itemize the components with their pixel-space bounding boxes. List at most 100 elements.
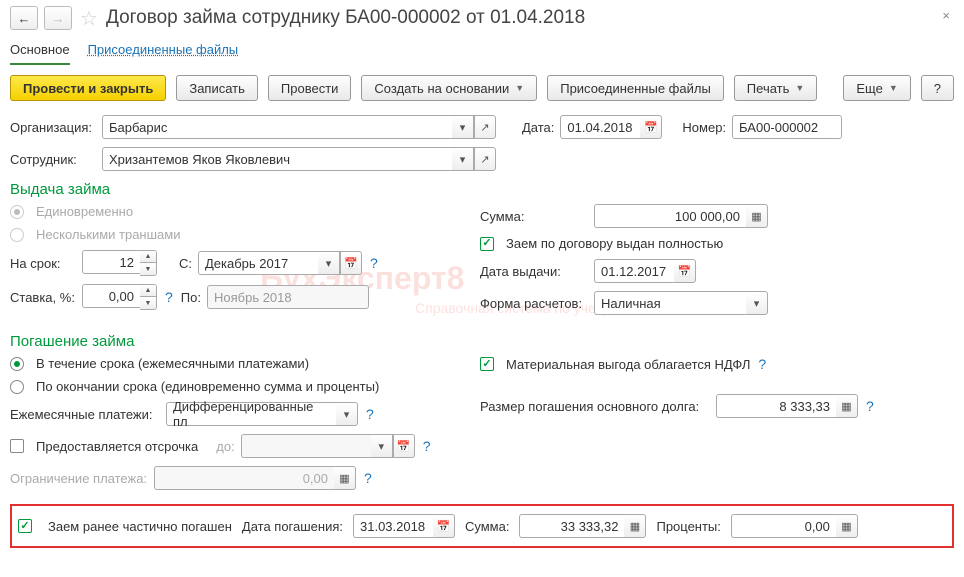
- principal-input[interactable]: 8 333,33: [716, 394, 836, 418]
- limit-label: Ограничение платежа:: [10, 471, 148, 486]
- nav-back-button[interactable]: ←: [10, 6, 38, 30]
- org-open-button[interactable]: ↗: [474, 115, 496, 139]
- date-calendar-button[interactable]: 📅: [640, 115, 662, 139]
- org-dropdown-button[interactable]: ▾: [452, 115, 474, 139]
- principal-label: Размер погашения основного долга:: [480, 399, 710, 414]
- print-button[interactable]: Печать▼: [734, 75, 818, 101]
- defer-help[interactable]: ?: [421, 438, 433, 454]
- date-input[interactable]: 01.04.2018: [560, 115, 640, 139]
- chevron-down-icon: ▼: [889, 83, 898, 93]
- tab-main[interactable]: Основное: [10, 38, 70, 65]
- org-label: Организация:: [10, 120, 96, 135]
- attached-files-button[interactable]: Присоединенные файлы: [547, 75, 724, 101]
- post-and-close-button[interactable]: Провести и закрыть: [10, 75, 166, 101]
- date-label: Дата:: [522, 120, 554, 135]
- term-help[interactable]: ?: [368, 255, 380, 271]
- defer-date-input: [241, 434, 371, 458]
- principal-calc-button[interactable]: ▦: [836, 394, 858, 418]
- limit-calc-button[interactable]: ▦: [334, 466, 356, 490]
- partial-sum-input[interactable]: 33 333,32: [519, 514, 624, 538]
- defer-to-label: до:: [216, 439, 234, 454]
- employee-label: Сотрудник:: [10, 152, 96, 167]
- fully-issued-check[interactable]: [480, 237, 494, 251]
- from-label: С:: [179, 256, 192, 271]
- spinner-up-icon[interactable]: ▲: [140, 285, 156, 297]
- benefit-check[interactable]: [480, 357, 494, 371]
- partial-label: Заем ранее частично погашен: [48, 519, 232, 534]
- defer-label: Предоставляется отсрочка: [36, 439, 198, 454]
- settlement-input[interactable]: Наличная: [594, 291, 746, 315]
- org-input[interactable]: Барбарис: [102, 115, 452, 139]
- issue-date-input[interactable]: 01.12.2017: [594, 259, 674, 283]
- toolbar: Провести и закрыть Записать Провести Соз…: [10, 75, 954, 101]
- repay-during-radio[interactable]: [10, 357, 24, 371]
- monthly-dropdown-button[interactable]: ▾: [336, 402, 358, 426]
- save-button[interactable]: Записать: [176, 75, 258, 101]
- issuance-tranches-label: Несколькими траншами: [36, 227, 180, 242]
- from-input[interactable]: Декабрь 2017: [198, 251, 318, 275]
- to-label: По:: [181, 290, 201, 305]
- defer-dropdown-button[interactable]: ▾: [371, 434, 393, 458]
- principal-help[interactable]: ?: [864, 398, 876, 414]
- benefit-help[interactable]: ?: [756, 356, 768, 372]
- term-input[interactable]: 12: [82, 250, 140, 274]
- employee-dropdown-button[interactable]: ▾: [452, 147, 474, 171]
- benefit-label: Материальная выгода облагается НДФЛ: [506, 357, 750, 372]
- fully-issued-label: Заем по договору выдан полностью: [506, 236, 723, 251]
- tabs: Основное Присоединенные файлы: [10, 38, 954, 65]
- employee-open-button[interactable]: ↗: [474, 147, 496, 171]
- monthly-help[interactable]: ?: [364, 406, 376, 422]
- employee-input[interactable]: Хризантемов Яков Яковлевич: [102, 147, 452, 171]
- close-button[interactable]: ×: [938, 6, 954, 25]
- issue-date-calendar-button[interactable]: 📅: [674, 259, 696, 283]
- issuance-once-radio[interactable]: [10, 205, 24, 219]
- repay-after-radio[interactable]: [10, 380, 24, 394]
- number-label: Номер:: [682, 120, 726, 135]
- help-button[interactable]: ?: [921, 75, 954, 101]
- monthly-label: Ежемесячные платежи:: [10, 407, 160, 422]
- post-button[interactable]: Провести: [268, 75, 352, 101]
- defer-check[interactable]: [10, 439, 24, 453]
- tab-files[interactable]: Присоединенные файлы: [88, 38, 239, 65]
- issuance-tranches-radio[interactable]: [10, 228, 24, 242]
- issuance-title: Выдача займа: [10, 181, 954, 198]
- term-label: На срок:: [10, 256, 76, 271]
- term-spinner[interactable]: ▲▼: [140, 250, 157, 276]
- monthly-input[interactable]: Дифференцированные пл: [166, 402, 336, 426]
- partial-date-calendar-button[interactable]: 📅: [433, 514, 455, 538]
- repay-during-label: В течение срока (ежемесячными платежами): [36, 356, 309, 371]
- partial-date-input[interactable]: 31.03.2018: [353, 514, 433, 538]
- spinner-down-icon[interactable]: ▼: [140, 297, 156, 309]
- sum-calc-button[interactable]: ▦: [746, 204, 768, 228]
- partial-interest-calc-button[interactable]: ▦: [836, 514, 858, 538]
- partial-repayment-box: Заем ранее частично погашен Дата погашен…: [10, 504, 954, 548]
- defer-calendar-button[interactable]: 📅: [393, 434, 415, 458]
- partial-interest-input[interactable]: 0,00: [731, 514, 836, 538]
- sum-input[interactable]: 100 000,00: [594, 204, 746, 228]
- number-input[interactable]: БА00-000002: [732, 115, 842, 139]
- create-based-on-button[interactable]: Создать на основании▼: [361, 75, 537, 101]
- partial-sum-label: Сумма:: [465, 519, 509, 534]
- partial-sum-calc-button[interactable]: ▦: [624, 514, 646, 538]
- more-button[interactable]: Еще▼: [843, 75, 910, 101]
- repay-after-label: По окончании срока (единовременно сумма …: [36, 379, 379, 394]
- sum-label: Сумма:: [480, 209, 588, 224]
- spinner-up-icon[interactable]: ▲: [140, 251, 156, 263]
- partial-date-label: Дата погашения:: [242, 519, 343, 534]
- nav-forward-button[interactable]: →: [44, 6, 72, 30]
- settlement-dropdown-button[interactable]: ▾: [746, 291, 768, 315]
- chevron-down-icon: ▼: [515, 83, 524, 93]
- limit-help[interactable]: ?: [362, 470, 374, 486]
- partial-check[interactable]: [18, 519, 32, 533]
- rate-help[interactable]: ?: [163, 289, 175, 305]
- limit-input: 0,00: [154, 466, 334, 490]
- rate-spinner[interactable]: ▲▼: [140, 284, 157, 310]
- issuance-once-label: Единовременно: [36, 204, 133, 219]
- from-dropdown-button[interactable]: ▾: [318, 251, 340, 275]
- issue-date-label: Дата выдачи:: [480, 264, 588, 279]
- rate-input[interactable]: 0,00: [82, 284, 140, 308]
- favorite-star-icon[interactable]: ☆: [78, 7, 100, 29]
- spinner-down-icon[interactable]: ▼: [140, 263, 156, 275]
- from-calendar-button[interactable]: 📅: [340, 251, 362, 275]
- page-title: Договор займа сотруднику БА00-000002 от …: [106, 7, 585, 29]
